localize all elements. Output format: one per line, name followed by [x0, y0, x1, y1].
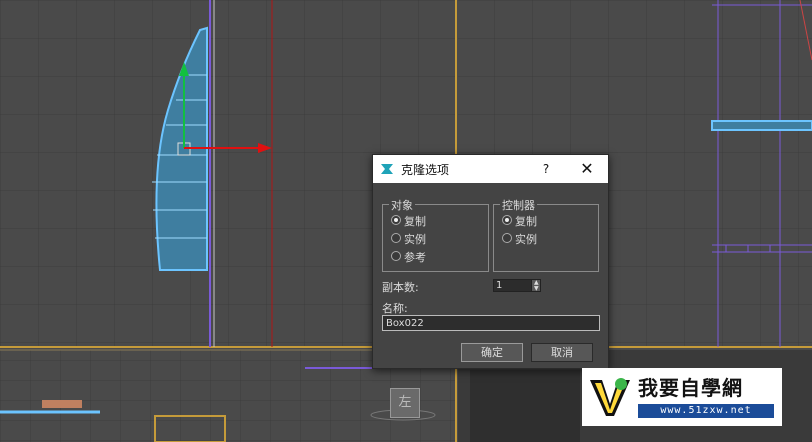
- copies-label: 副本数:: [382, 281, 419, 294]
- name-label: 名称:: [382, 302, 408, 315]
- dialog-titlebar[interactable]: 克隆选项 ? ✕: [373, 155, 608, 183]
- name-field[interactable]: [382, 315, 600, 331]
- 3dsmax-logo-icon: [381, 164, 393, 174]
- radio-dot: [502, 233, 512, 243]
- radio-dot: [391, 233, 401, 243]
- controller-group-legend: 控制器: [500, 197, 537, 213]
- help-button[interactable]: ?: [536, 159, 556, 179]
- radio-dot: [502, 215, 512, 225]
- radio-dot: [391, 251, 401, 261]
- radio-dot: [391, 215, 401, 225]
- ok-button[interactable]: 确定: [461, 343, 523, 362]
- watermark: 我要自學網 www.51zxw.net: [582, 368, 782, 426]
- cancel-button[interactable]: 取消: [531, 343, 593, 362]
- 51zxw-logo-icon: [590, 378, 630, 416]
- spinner-down-icon[interactable]: ▼: [534, 286, 539, 292]
- close-button[interactable]: ✕: [576, 159, 598, 179]
- controller-group: 控制器 复制 实例: [493, 197, 599, 272]
- copies-spinner[interactable]: ▲ ▼: [493, 279, 541, 292]
- dialog-title: 克隆选项: [401, 163, 450, 177]
- object-group: 对象 复制 实例 参考: [382, 197, 489, 272]
- watermark-url: www.51zxw.net: [638, 404, 774, 418]
- watermark-title: 我要自學網: [638, 376, 743, 400]
- viewcube-left-face[interactable]: 左: [390, 388, 420, 418]
- object-group-legend: 对象: [389, 197, 415, 213]
- spinner-arrows[interactable]: ▲ ▼: [531, 279, 541, 292]
- copies-input[interactable]: [493, 279, 532, 292]
- clone-options-dialog: 克隆选项 ? ✕ 对象 复制 实例 参考 控制器 复制 实例 副本数: 1 ▲ …: [372, 154, 609, 369]
